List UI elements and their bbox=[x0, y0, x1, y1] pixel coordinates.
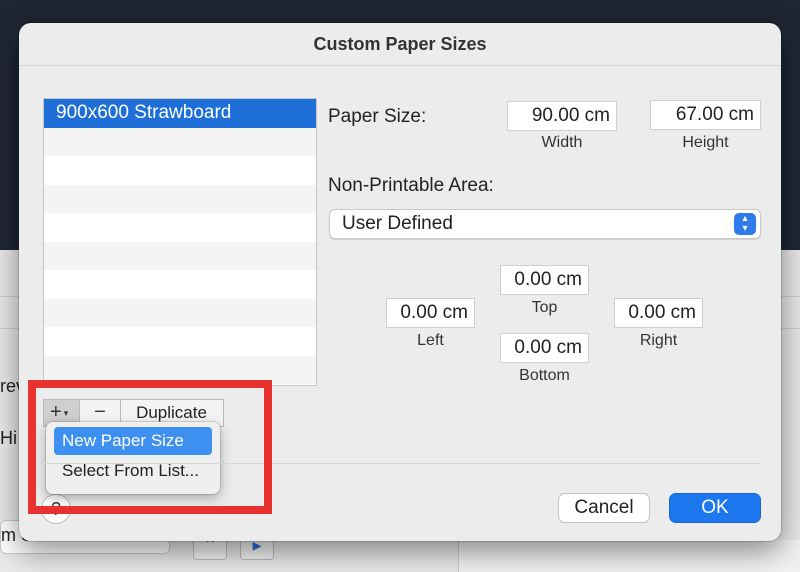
left-caption: Left bbox=[417, 332, 444, 349]
bottom-caption: Bottom bbox=[519, 367, 570, 384]
annotation-highlight-box bbox=[28, 380, 272, 514]
left-margin-field[interactable]: 0.00 cm bbox=[386, 298, 475, 328]
right-caption: Right bbox=[639, 332, 678, 349]
title-divider bbox=[19, 65, 781, 66]
width-field[interactable]: 90.00 cm bbox=[507, 101, 617, 131]
top-margin-field[interactable]: 0.00 cm bbox=[500, 265, 589, 295]
non-printable-area-value: User Defined bbox=[342, 213, 453, 234]
top-caption: Top bbox=[531, 299, 558, 316]
list-item-empty bbox=[44, 127, 316, 156]
width-caption: Width bbox=[541, 134, 583, 151]
list-item-empty bbox=[44, 327, 316, 356]
dialog-title: Custom Paper Sizes bbox=[313, 34, 487, 54]
list-item-selected[interactable]: 900x600 Strawboard bbox=[44, 99, 316, 128]
list-item-empty bbox=[44, 298, 316, 327]
list-item-empty bbox=[44, 184, 316, 213]
cancel-button[interactable]: Cancel bbox=[558, 493, 650, 523]
list-item-empty bbox=[44, 241, 316, 270]
paper-size-list[interactable]: 900x600 Strawboard bbox=[43, 98, 317, 386]
paper-size-label: Paper Size: bbox=[328, 106, 427, 127]
background-panel bbox=[458, 540, 800, 572]
ok-button[interactable]: OK bbox=[669, 493, 761, 523]
list-item-empty bbox=[44, 213, 316, 242]
up-down-chevron-icon: ▴ ▾ bbox=[734, 213, 756, 235]
bottom-margin-field[interactable]: 0.00 cm bbox=[500, 333, 589, 363]
list-item-empty bbox=[44, 156, 316, 185]
list-item-empty bbox=[44, 270, 316, 299]
non-printable-area-label: Non-Printable Area: bbox=[328, 175, 494, 196]
height-field[interactable]: 67.00 cm bbox=[650, 100, 761, 130]
height-caption: Height bbox=[682, 134, 729, 151]
right-margin-field[interactable]: 0.00 cm bbox=[614, 298, 703, 328]
non-printable-area-select[interactable]: User Defined ▴ ▾ bbox=[329, 209, 761, 239]
background-label: Hi bbox=[0, 428, 17, 448]
